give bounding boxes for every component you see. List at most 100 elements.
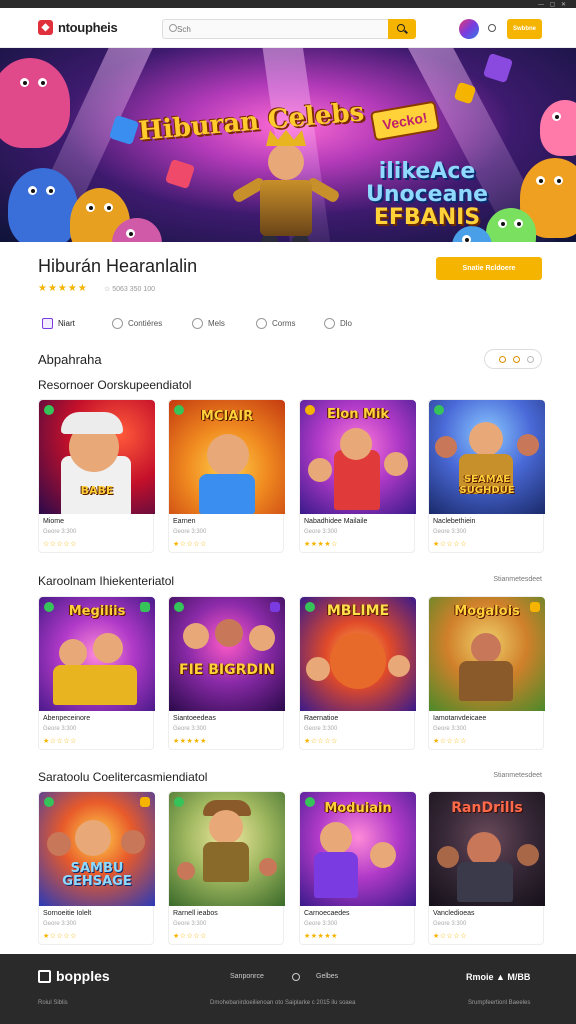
- tab-mels[interactable]: Mels: [192, 312, 225, 334]
- game-name: Siantoeedeas: [173, 715, 216, 722]
- game-name: Sornoeitie Iolelt: [43, 910, 92, 917]
- status-badge: [44, 602, 54, 612]
- share-pill[interactable]: [484, 349, 542, 369]
- game-art-title: SEAMAE SUGHDUE: [459, 474, 515, 496]
- game-art-title: FIE BIGRDIN: [179, 662, 275, 678]
- section-heading: Saratoolu Coelitercasmiendiatol: [38, 770, 208, 784]
- game-card[interactable]: FIE BIGRDIN Siantoeedeas Geore 3:300 ★★★…: [168, 596, 285, 750]
- game-thumbnail: MCIAIR: [169, 400, 285, 514]
- see-all-link[interactable]: Stianmetesdeet: [493, 576, 542, 583]
- game-name: Earnen: [173, 518, 196, 525]
- game-thumbnail: FIE BIGRDIN: [169, 597, 285, 711]
- hero-title-line-3: EFBANIS: [373, 205, 481, 230]
- search-input[interactable]: [177, 23, 377, 36]
- game-stars: ☆☆☆☆☆: [43, 541, 77, 548]
- notification-icon[interactable]: [488, 24, 496, 32]
- section-heading: Karoolnam Ihiekenteriatol: [38, 574, 175, 588]
- tab-niart[interactable]: Niart: [42, 312, 75, 334]
- monster-rose-icon: [540, 100, 576, 156]
- status-badge: [174, 602, 184, 612]
- tab-icon: [42, 317, 53, 329]
- game-card[interactable]: BABE Miome Geore 3:300 ☆☆☆☆☆: [38, 399, 155, 553]
- game-meta: Geore 3:300: [304, 726, 338, 732]
- site-logo-text[interactable]: ntoupheis: [58, 20, 118, 35]
- hero-title-line-2: Unoceane: [366, 182, 489, 207]
- game-art-title: Elon Mik: [326, 407, 390, 422]
- window-controls-icon[interactable]: — ▢ ✕: [538, 1, 568, 8]
- status-badge: [305, 602, 315, 612]
- search-bar[interactable]: [162, 19, 388, 39]
- window-chrome: — ▢ ✕: [0, 0, 576, 8]
- tab-label: Mels: [208, 318, 225, 328]
- logo-icon[interactable]: ◆: [38, 20, 53, 35]
- game-card[interactable]: Mogalois Iamotanvdeicaee Geore 3:300 ★☆☆…: [428, 596, 545, 750]
- game-thumbnail: RanDrills: [429, 792, 545, 906]
- hero-banner[interactable]: Hiburan Celebs Vecko! ilikeAce Unoceane …: [0, 48, 576, 242]
- game-stars: ★★★★☆: [304, 541, 338, 548]
- search-button[interactable]: [388, 19, 416, 39]
- monster-blue-icon: [8, 168, 78, 242]
- more-icon[interactable]: [527, 356, 534, 363]
- game-meta: Geore 3:300: [173, 921, 207, 927]
- game-stars: ★☆☆☆☆: [173, 541, 207, 548]
- game-card[interactable]: Moduiain Carnoecaedes Geore 3:300 ★★★★★: [299, 791, 416, 945]
- avatar[interactable]: [459, 19, 479, 39]
- game-thumbnail: Megiliis: [39, 597, 155, 711]
- game-card[interactable]: RanDrills Vancledioeas Geore 3:300 ★☆☆☆☆: [428, 791, 545, 945]
- tab-dlo[interactable]: Dlo: [324, 312, 352, 334]
- footer-social[interactable]: Rmoie ▲ M/BB: [466, 972, 530, 982]
- game-name: Carnoecaedes: [304, 910, 350, 917]
- game-stars: ★☆☆☆☆: [433, 933, 467, 940]
- globe-icon[interactable]: [292, 973, 300, 981]
- like-icon[interactable]: [499, 356, 506, 363]
- share-icon[interactable]: [513, 356, 520, 363]
- game-name: Abenpeceinore: [43, 715, 91, 722]
- tab-label: Contiéres: [128, 318, 163, 328]
- game-name: Rarnell ieabos: [173, 910, 218, 917]
- game-thumbnail: Moduiain: [300, 792, 416, 906]
- cube-icon: [164, 158, 196, 190]
- status-badge: [44, 797, 54, 807]
- status-badge: [140, 602, 150, 612]
- monster-pink-icon: [0, 58, 70, 148]
- footer-logo-icon: [38, 970, 51, 983]
- game-stars: ★☆☆☆☆: [173, 933, 207, 940]
- game-stars: ★☆☆☆☆: [43, 738, 77, 745]
- footer-copyright: Dmohebanirdoeilienoan oto Saiplarke c 20…: [210, 1000, 356, 1006]
- game-stars: ★☆☆☆☆: [433, 738, 467, 745]
- rating-stars: ★★★★★: [38, 283, 88, 294]
- game-stars: ★☆☆☆☆: [304, 738, 338, 745]
- tab-corms[interactable]: Corms: [256, 312, 296, 334]
- footer-link[interactable]: Gelbes: [316, 973, 338, 980]
- game-art-title: Megiliis: [68, 604, 126, 619]
- game-meta: Geore 3:300: [433, 726, 467, 732]
- tab-bar: Niart Contiéres Mels Corms Dlo: [0, 312, 576, 334]
- game-art-title: MCIAIR: [200, 409, 254, 424]
- game-card[interactable]: Elon Mik Nabadhidee Mailaile Geore 3:300…: [299, 399, 416, 553]
- status-badge: [140, 797, 150, 807]
- game-card[interactable]: MBLIME Raernatioe Geore 3:300 ★☆☆☆☆: [299, 596, 416, 750]
- game-meta: Geore 3:300: [304, 921, 338, 927]
- game-card[interactable]: SEAMAE SUGHDUE Naclebethiein Geore 3:300…: [428, 399, 545, 553]
- status-badge: [530, 602, 540, 612]
- status-badge: [270, 602, 280, 612]
- game-card[interactable]: Rarnell ieabos Geore 3:300 ★☆☆☆☆: [168, 791, 285, 945]
- game-thumbnail: MBLIME: [300, 597, 416, 711]
- footer-logo-text[interactable]: bopples: [56, 968, 110, 984]
- tab-contieres[interactable]: Contiéres: [112, 312, 162, 334]
- game-art-title: SAMBU GEHSAGE: [62, 861, 132, 889]
- hero-title-right: ilikeAce Unoceane EFBANIS: [366, 160, 488, 229]
- status-badge: [174, 797, 184, 807]
- game-card[interactable]: MCIAIR Earnen Geore 3:300 ★☆☆☆☆: [168, 399, 285, 553]
- hero-sign: Vecko!: [369, 100, 441, 142]
- see-all-link[interactable]: Stianmetesdeet: [493, 772, 542, 779]
- game-stars: ★★★★★: [304, 933, 338, 940]
- play-button[interactable]: Snatie Rcldoere: [436, 257, 542, 280]
- game-art-title: Moduiain: [324, 801, 392, 816]
- footer-link[interactable]: Sanponrce: [230, 973, 264, 980]
- game-card[interactable]: SAMBU GEHSAGE Sornoeitie Iolelt Geore 3:…: [38, 791, 155, 945]
- tab-icon: [192, 317, 203, 329]
- signin-button[interactable]: Swbbne: [507, 19, 542, 39]
- game-stars: ★☆☆☆☆: [43, 933, 77, 940]
- game-card[interactable]: Megiliis Abenpeceinore Geore 3:300 ★☆☆☆☆: [38, 596, 155, 750]
